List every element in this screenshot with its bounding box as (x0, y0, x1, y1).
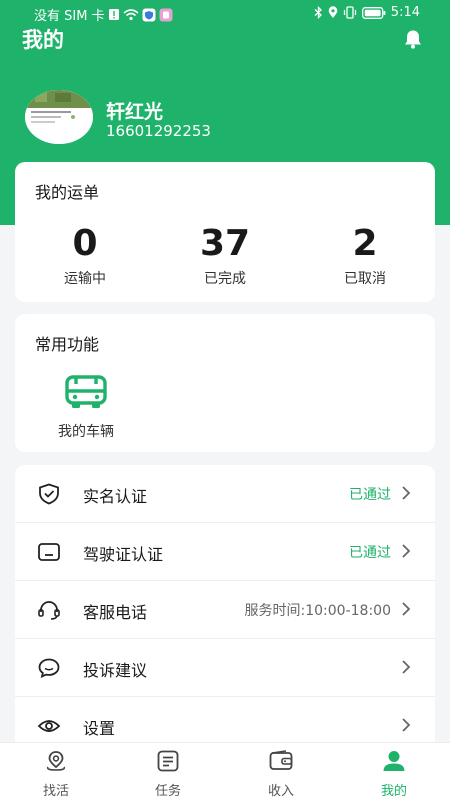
chat-bubble-icon (38, 658, 60, 679)
menu-item-feedback[interactable]: 投诉建议 (15, 639, 435, 697)
app-badge-icon (159, 8, 173, 21)
chevron-right-icon (402, 660, 411, 674)
avatar[interactable] (25, 90, 93, 144)
stat-label: 已取消 (344, 271, 386, 287)
location-pin-icon (46, 751, 66, 771)
sim-alert-icon (108, 9, 119, 20)
wallet-icon (269, 750, 293, 770)
user-name: 轩红光 (106, 101, 164, 123)
status-right: 5:14 (314, 5, 420, 20)
chevron-right-icon (402, 486, 411, 500)
tab-label: 任务 (154, 784, 181, 799)
shield-app-icon (142, 8, 156, 21)
chevron-right-icon (402, 602, 411, 616)
menu-item-label: 投诉建议 (83, 661, 148, 680)
menu-item-label: 驾驶证认证 (83, 545, 164, 564)
settings-menu: 实名认证 已通过 驾驶证认证 已通过 客服电话 服务时间:10:00-18:00… (15, 465, 435, 765)
stat-completed[interactable]: 37 已完成 (155, 224, 295, 288)
stat-in-transit[interactable]: 0 运输中 (15, 224, 155, 288)
eye-settings-icon (37, 720, 61, 732)
headset-icon (38, 601, 60, 620)
menu-item-label: 实名认证 (83, 487, 148, 506)
menu-item-license[interactable]: 驾驶证认证 已通过 (15, 523, 435, 581)
menu-item-service-phone[interactable]: 客服电话 服务时间:10:00-18:00 (15, 581, 435, 639)
stat-label: 运输中 (64, 271, 106, 287)
tab-find-work[interactable]: 找活 (6, 749, 106, 799)
status-badge: 已通过 (349, 545, 391, 561)
menu-item-label: 客服电话 (83, 603, 148, 622)
stat-cancelled[interactable]: 2 已取消 (295, 224, 435, 288)
stat-value: 2 (352, 223, 378, 264)
functions-card: 常用功能 我的车辆 (15, 314, 435, 452)
wifi-icon (123, 8, 139, 20)
bottom-tab-bar: 找活 任务 收入 我的 (0, 742, 450, 800)
vehicle-icon (65, 375, 107, 408)
person-icon (383, 751, 405, 771)
service-hours: 服务时间:10:00-18:00 (244, 603, 391, 619)
tab-label: 我的 (380, 784, 407, 799)
chevron-right-icon (402, 718, 411, 732)
chevron-right-icon (402, 544, 411, 558)
avatar-image (25, 90, 93, 144)
clock-text: 5:14 (390, 5, 420, 20)
battery-icon (361, 6, 386, 19)
menu-item-realname[interactable]: 实名认证 已通过 (15, 465, 435, 523)
my-vehicle-label: 我的车辆 (58, 424, 114, 440)
tab-tasks[interactable]: 任务 (118, 749, 218, 799)
user-phone: 16601292253 (106, 122, 211, 140)
tab-income[interactable]: 收入 (231, 749, 331, 799)
stat-label: 已完成 (204, 271, 246, 287)
tab-label: 收入 (267, 784, 294, 799)
functions-title: 常用功能 (35, 335, 100, 354)
menu-item-label: 设置 (83, 719, 116, 738)
bell-icon[interactable] (402, 28, 424, 50)
vibrate-icon (343, 6, 356, 19)
bluetooth-icon (314, 6, 322, 19)
status-badge: 已通过 (349, 487, 391, 503)
page-title: 我的 (22, 28, 64, 52)
tab-label: 找活 (42, 784, 69, 799)
license-card-icon (38, 543, 60, 561)
tab-mine[interactable]: 我的 (344, 749, 444, 799)
shield-check-icon (39, 483, 59, 505)
my-vehicle-button[interactable]: 我的车辆 (45, 374, 127, 441)
location-icon (328, 6, 338, 18)
task-list-icon (157, 750, 179, 772)
waybill-title[interactable]: 我的运单 (35, 179, 99, 203)
stat-value: 37 (199, 223, 251, 264)
stat-value: 0 (72, 223, 98, 264)
waybill-card: 我的运单 0 运输中 37 已完成 2 已取消 (15, 162, 435, 302)
title-bar: 我的 (0, 22, 450, 56)
